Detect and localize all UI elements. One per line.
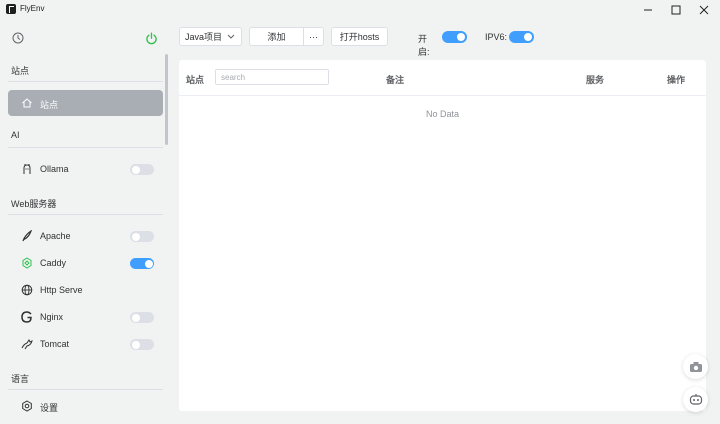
caddy-icon — [22, 257, 32, 269]
column-header-site: 站点 — [186, 75, 205, 85]
add-button-label: 添加 — [267, 32, 286, 42]
ai-assistant-button[interactable] — [683, 387, 708, 412]
apache-toggle[interactable] — [130, 231, 154, 242]
sidebar-item-label: Http Serve — [40, 285, 83, 295]
tomcat-toggle[interactable] — [130, 339, 154, 350]
sidebar-scrollbar[interactable] — [165, 54, 168, 145]
caddy-toggle[interactable] — [130, 258, 154, 269]
section-title-ai: AI — [11, 130, 20, 140]
sidebar-item-http-serve[interactable]: Http Serve — [8, 277, 163, 303]
empty-state-text: No Data — [425, 109, 460, 119]
sidebar-item-caddy[interactable]: Caddy — [8, 250, 163, 276]
ipv6-label: IPV6: — [485, 32, 508, 42]
nginx-icon — [21, 311, 32, 323]
home-icon — [22, 98, 32, 108]
section-title-languages: 语言 — [11, 374, 30, 384]
minimize-icon[interactable] — [634, 0, 662, 19]
robot-icon — [689, 394, 702, 405]
maximize-icon[interactable] — [662, 0, 690, 19]
add-button[interactable]: 添加 — [249, 27, 304, 46]
sidebar: 站点 站点 AI Ollama Web服务器 Apache Caddy Http… — [0, 19, 170, 424]
chevron-down-icon — [227, 34, 235, 39]
title-bar: FlyEnv — [0, 0, 720, 19]
ollama-icon — [23, 164, 31, 174]
sidebar-item-label: Caddy — [40, 258, 67, 268]
screenshot-button[interactable] — [683, 354, 708, 379]
project-type-select[interactable]: Java项目 — [179, 27, 242, 46]
power-icon[interactable] — [145, 32, 158, 45]
camera-icon — [689, 361, 702, 372]
sidebar-item-apache[interactable]: Apache — [8, 223, 163, 249]
sidebar-item-nginx[interactable]: Nginx — [8, 304, 163, 330]
more-button[interactable]: ··· — [303, 27, 324, 46]
globe-icon — [21, 284, 33, 296]
enable-label: 开启: — [418, 34, 430, 57]
app-logo-icon — [6, 4, 16, 14]
open-hosts-button[interactable]: 打开hosts — [331, 27, 388, 46]
ipv6-switch[interactable] — [509, 31, 534, 43]
sidebar-item-label: 站点 — [40, 100, 59, 110]
section-title-sites: 站点 — [11, 66, 30, 76]
sidebar-item-label: Tomcat — [40, 339, 70, 349]
sidebar-item-label: Nginx — [40, 312, 64, 322]
divider — [8, 389, 163, 390]
sites-table-panel: 站点 备注 服务 操作 No Data — [179, 60, 706, 411]
tomcat-icon — [21, 339, 33, 350]
sidebar-item-ollama[interactable]: Ollama — [8, 156, 163, 182]
sidebar-item-settings[interactable]: 设置 — [8, 393, 163, 419]
nginx-toggle[interactable] — [130, 312, 154, 323]
sidebar-top-bar — [0, 27, 170, 49]
column-header-actions: 操作 — [667, 75, 686, 85]
column-header-note: 备注 — [386, 75, 405, 85]
sidebar-item-tomcat[interactable]: Tomcat — [8, 331, 163, 357]
sidebar-item-sites[interactable]: 站点 — [8, 90, 163, 116]
open-hosts-label: 打开hosts — [339, 32, 380, 42]
window-title: FlyEnv — [20, 4, 45, 13]
table-header-divider — [179, 95, 706, 96]
history-icon[interactable] — [12, 32, 24, 44]
divider — [8, 214, 163, 215]
divider — [8, 81, 163, 82]
ollama-toggle[interactable] — [130, 164, 154, 175]
section-title-web-servers: Web服务器 — [11, 199, 57, 209]
enable-switch[interactable] — [442, 31, 467, 43]
site-search-input[interactable] — [215, 69, 329, 85]
sidebar-item-label: 设置 — [40, 403, 59, 413]
close-icon[interactable] — [690, 0, 718, 19]
sidebar-item-label: Ollama — [40, 164, 69, 174]
column-header-service: 服务 — [586, 75, 605, 85]
apache-feather-icon — [22, 230, 32, 242]
sidebar-item-label: Apache — [40, 231, 71, 241]
more-icon: ··· — [309, 31, 318, 42]
project-type-value: Java项目 — [184, 32, 222, 42]
settings-icon — [22, 400, 32, 412]
divider — [8, 147, 163, 148]
